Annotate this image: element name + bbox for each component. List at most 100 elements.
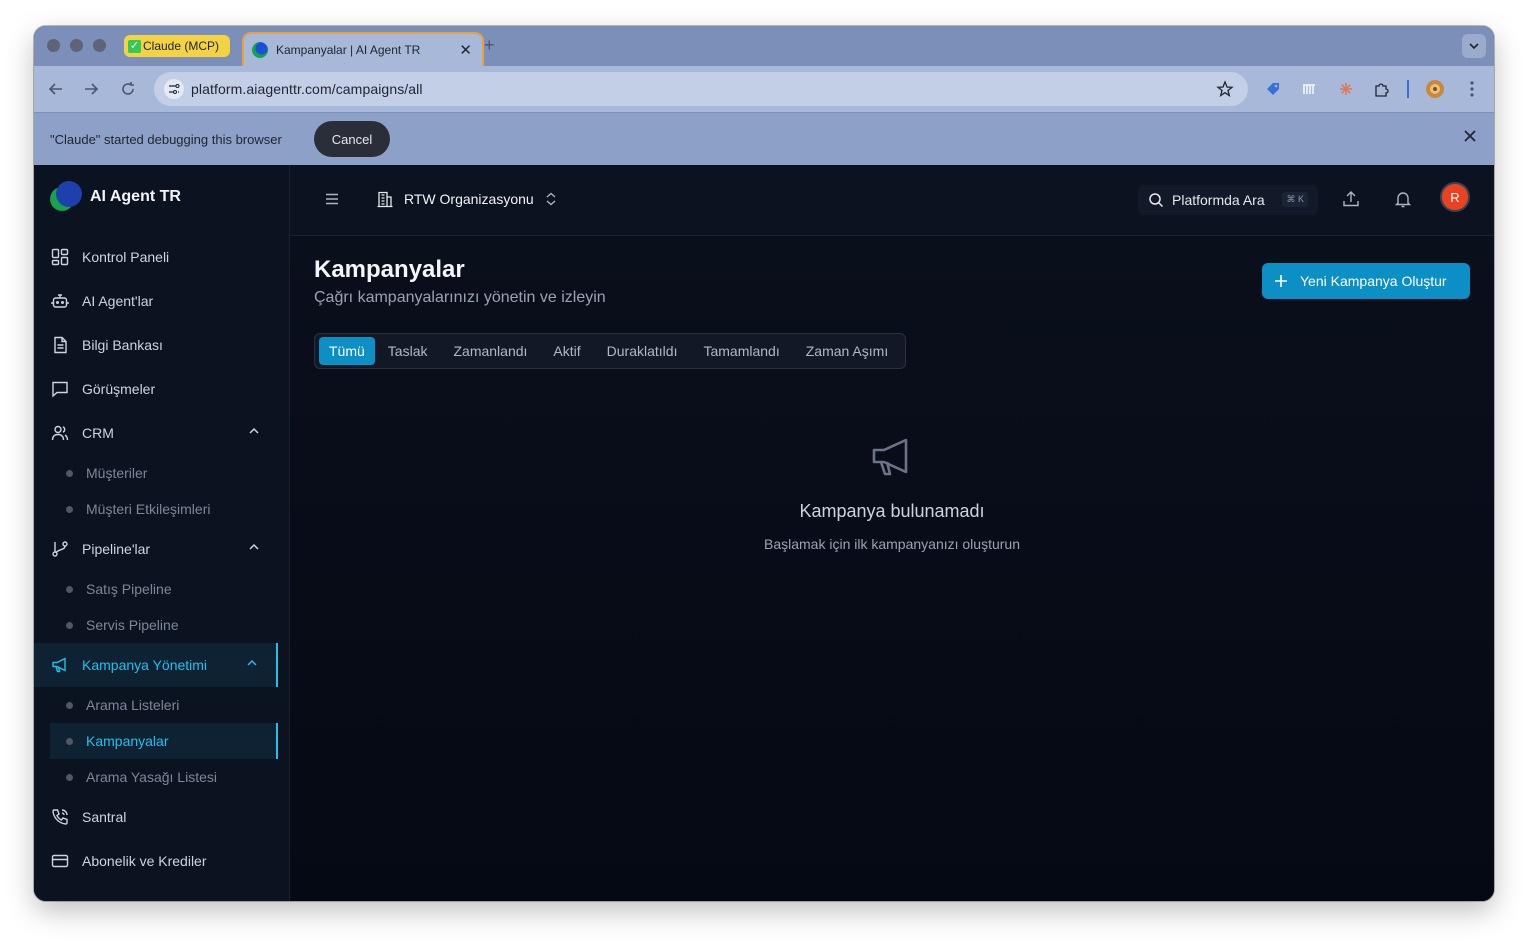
sidebar-subitem-label: Servis Pipeline: [86, 617, 179, 633]
profile-avatar[interactable]: [1425, 79, 1445, 99]
create-campaign-button[interactable]: Yeni Kampanya Oluştur: [1262, 263, 1470, 299]
organization-switcher[interactable]: RTW Organizasyonu: [376, 190, 558, 208]
upload-button[interactable]: [1342, 190, 1360, 213]
sidebar-subitem-label: Kampanyalar: [86, 733, 169, 749]
extension-tag-icon[interactable]: [1263, 79, 1283, 99]
chevron-up-icon: [249, 427, 259, 434]
sidebar-subitem-label: Satış Pipeline: [86, 581, 172, 597]
sidebar-subitem-kampanyalar[interactable]: Kampanyalar: [50, 723, 278, 759]
close-infobar-icon[interactable]: [1464, 129, 1476, 147]
tab-zamanlandi[interactable]: Zamanlandı: [440, 337, 540, 365]
branch-icon: [50, 539, 70, 559]
bullet-dot: [66, 774, 73, 781]
sidebar-subitem-label: Arama Listeleri: [86, 697, 180, 713]
main-content: Kampanyalar Çağrı kampanyalarınızı yönet…: [290, 236, 1494, 901]
page-subtitle: Çağrı kampanyalarınızı yönetin ve izleyi…: [314, 289, 606, 306]
new-tab-button[interactable]: +: [484, 35, 495, 56]
sidebar-item-kampanya-yonetimi[interactable]: Kampanya Yönetimi: [34, 643, 278, 687]
cancel-debugging-button[interactable]: Cancel: [314, 121, 390, 157]
browser-menu-icon[interactable]: [1462, 79, 1482, 99]
sidebar-item-label: Kontrol Paneli: [82, 249, 170, 265]
extension-claude-icon[interactable]: [1336, 79, 1356, 99]
arrow-right-icon: [85, 83, 99, 95]
tab-kampanyalar[interactable]: Kampanyalar | AI Agent TR ✕: [242, 32, 484, 66]
credit-card-icon: [50, 851, 70, 871]
tab-tamamlandi[interactable]: Tamamlandı: [690, 337, 792, 365]
plus-icon: [1275, 275, 1287, 287]
bell-icon: [1394, 192, 1412, 208]
bullet-dot: [66, 702, 73, 709]
chevron-down-icon: [1469, 43, 1479, 50]
sidebar-subitem-satis-pipeline[interactable]: Satış Pipeline: [50, 571, 278, 607]
sidebar-subitem-musteri-etkilesimleri[interactable]: Müşteri Etkileşimleri: [50, 491, 278, 527]
sidebar-toggle-button[interactable]: [322, 189, 342, 214]
sidebar-item-label: Santral: [82, 809, 127, 825]
sidebar-item-label: AI Agent'lar: [82, 293, 154, 309]
reload-button[interactable]: [118, 79, 138, 99]
create-campaign-label: Yeni Kampanya Oluştur: [1300, 273, 1447, 289]
back-button[interactable]: [46, 79, 66, 99]
sidebar-item-ai-agentlar[interactable]: AI Agent'lar: [34, 279, 289, 323]
search-shortcut: ⌘ K: [1282, 192, 1308, 207]
infobar-message: "Claude" started debugging this browser: [50, 132, 282, 147]
sidebar-item-bilgi-bankasi[interactable]: Bilgi Bankası: [34, 323, 289, 367]
sidebar-item-pipelinelar[interactable]: Pipeline'lar: [34, 527, 289, 571]
bookmark-star-icon[interactable]: [1216, 80, 1234, 103]
brand-logo-icon: [50, 181, 82, 213]
bullet-dot: [66, 622, 73, 629]
empty-state-title: Kampanya bulunamadı: [799, 501, 985, 521]
sidebar-item-santral[interactable]: Santral: [34, 795, 289, 839]
close-tab-icon[interactable]: ✕: [459, 41, 472, 59]
tab-search-button[interactable]: [1462, 34, 1486, 58]
sidebar-item-abonelik-ve-krediler[interactable]: Abonelik ve Krediler: [34, 839, 289, 883]
user-avatar[interactable]: R: [1440, 182, 1470, 212]
sidebar-item-crm[interactable]: CRM: [34, 411, 289, 455]
sidebar-item-label: Pipeline'lar: [82, 541, 151, 557]
sidebar-item-kontrol-paneli[interactable]: Kontrol Paneli: [34, 235, 289, 279]
search-icon: [1149, 193, 1164, 208]
tab-label: Claude (MCP): [143, 39, 220, 53]
sidebar-item-gorusmeler[interactable]: Görüşmeler: [34, 367, 289, 411]
sidebar-subitem-arama-yasagi-listesi[interactable]: Arama Yasağı Listesi: [50, 759, 278, 795]
brand-name: AI Agent TR: [90, 188, 181, 205]
bullet-dot: [66, 470, 73, 477]
tab-aktif[interactable]: Aktif: [540, 337, 593, 365]
toolbar-divider: [1407, 80, 1409, 98]
upload-icon: [1343, 191, 1359, 207]
extension-grid-icon[interactable]: [1299, 79, 1319, 99]
users-icon: [50, 423, 70, 443]
tab-tumu[interactable]: Tümü: [319, 337, 375, 365]
forward-button[interactable]: [81, 79, 101, 99]
hamburger-icon: [326, 193, 338, 205]
notifications-button[interactable]: [1394, 190, 1412, 213]
address-bar[interactable]: platform.aiagenttr.com/campaigns/all: [154, 72, 1248, 106]
close-window-button[interactable]: [47, 39, 60, 52]
sidebar-subitem-servis-pipeline[interactable]: Servis Pipeline: [50, 607, 278, 643]
maximize-window-button[interactable]: [93, 39, 106, 52]
sidebar-subitem-label: Arama Yasağı Listesi: [86, 769, 217, 785]
building-icon: [377, 191, 393, 208]
brand[interactable]: AI Agent TR: [50, 181, 181, 213]
page-title: Kampanyalar: [314, 256, 465, 283]
chevron-updown-icon: [546, 192, 556, 206]
minimize-window-button[interactable]: [70, 39, 83, 52]
sidebar-subitem-musteriler[interactable]: Müşteriler: [50, 455, 278, 491]
extensions-puzzle-icon[interactable]: [1372, 79, 1392, 99]
checkmark-icon: ✓: [128, 39, 141, 53]
tab-zaman-asimi[interactable]: Zaman Aşımı: [793, 337, 901, 365]
tab-claude-mcp[interactable]: ✓ Claude (MCP): [124, 35, 230, 57]
empty-state-subtitle: Başlamak için ilk kampanyanızı oluşturun: [763, 536, 1020, 552]
tab-duraklatildi[interactable]: Duraklatıldı: [594, 337, 691, 365]
sidebar-subitem-label: Müşteriler: [86, 465, 148, 481]
document-icon: [50, 335, 70, 355]
site-settings-icon[interactable]: [164, 79, 184, 99]
tab-taslak[interactable]: Taslak: [375, 337, 441, 365]
platform-search-button[interactable]: Platformda Ara ⌘ K: [1138, 185, 1318, 215]
app-root: AI Agent TR Kontrol Paneli AI Agent'lar …: [34, 165, 1494, 901]
chevron-up-icon: [247, 659, 257, 666]
sidebar-subitem-arama-listeleri[interactable]: Arama Listeleri: [50, 687, 278, 723]
dashboard-icon: [50, 247, 70, 267]
tab-strip: ✓ Claude (MCP) Kampanyalar | AI Agent TR…: [34, 26, 1494, 66]
organization-name: RTW Organizasyonu: [404, 191, 534, 207]
sidebar-item-label: CRM: [82, 425, 114, 441]
